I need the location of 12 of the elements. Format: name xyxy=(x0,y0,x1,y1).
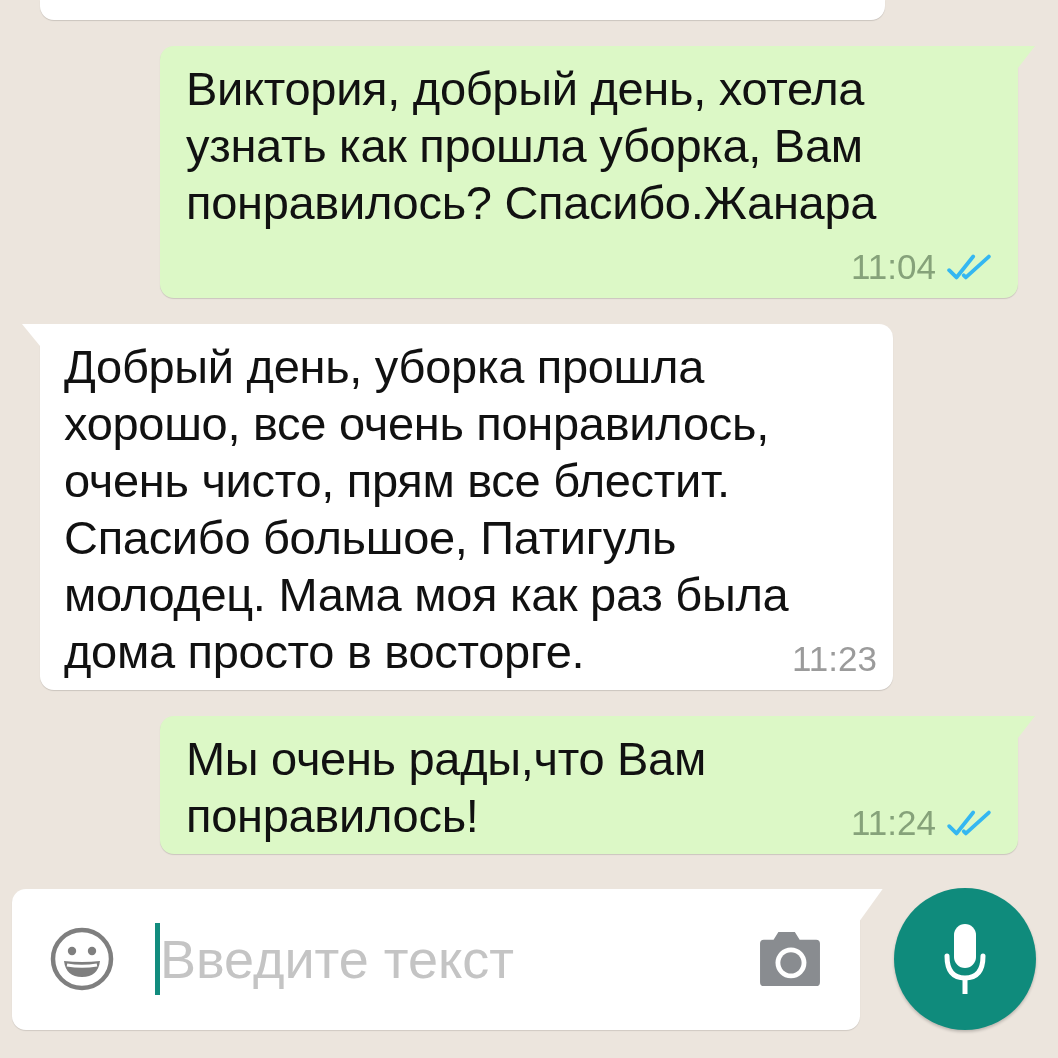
text-cursor xyxy=(155,923,160,995)
message-text: Добрый день, уборка прошла хорошо, все очень понравилось, очень чисто, прям все блестит. Спасибо большое, Патигуль молодец. Мама моя как раз была дома просто в восторге. xyxy=(64,340,789,678)
camera-icon[interactable] xyxy=(757,930,823,988)
message-text: Виктория, добрый день, хотела узнать как прошла уборка, Вам понравилось? Спасибо.Жанара xyxy=(186,62,877,229)
message-input-field[interactable]: Введите текст xyxy=(12,888,860,1030)
message-input[interactable]: Введите текст xyxy=(160,918,757,1000)
message-time: 11:23 xyxy=(792,638,877,680)
message-text: Мы очень рады,что Вам понравилось! xyxy=(186,732,706,842)
smiley-icon[interactable] xyxy=(50,927,114,991)
message-time: 11:24 xyxy=(851,802,936,844)
microphone-icon xyxy=(943,922,987,996)
message-time: 11:04 xyxy=(851,246,936,288)
